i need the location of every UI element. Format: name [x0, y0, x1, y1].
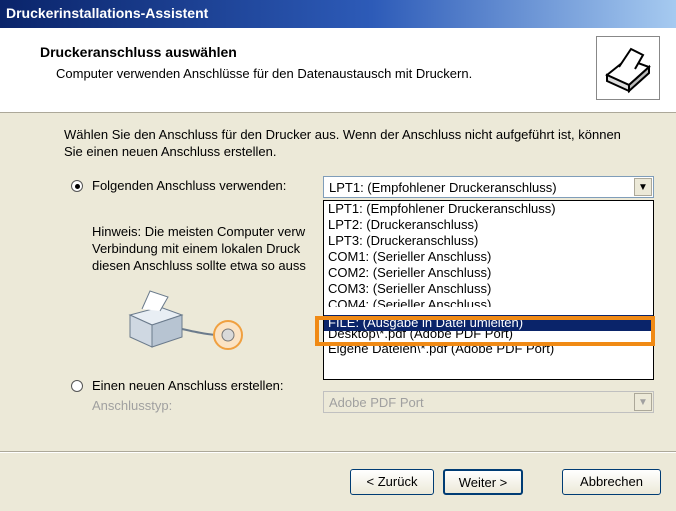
selection-highlight-frame	[315, 316, 655, 346]
list-gap	[324, 307, 653, 315]
create-new-port-radio[interactable]	[71, 380, 83, 392]
footer-divider	[0, 451, 676, 453]
dropdown-item-lpt3[interactable]: LPT3: (Druckeranschluss)	[324, 233, 653, 249]
port-dropdown-list[interactable]: LPT1: (Empfohlener Druckeranschluss) LPT…	[323, 200, 654, 380]
hint-text: Hinweis: Die meisten Computer verw Verbi…	[92, 223, 320, 274]
page-title: Druckeranschluss auswählen	[40, 44, 237, 60]
port-type-label: Anschlusstyp:	[92, 398, 173, 413]
window-title: Druckerinstallations-Assistent	[6, 5, 209, 21]
next-button[interactable]: Weiter >	[443, 469, 523, 495]
wizard-header: Druckeranschluss auswählen Computer verw…	[0, 28, 676, 113]
printer-wizard-icon	[596, 36, 660, 100]
hint-line-2: Verbindung mit einem lokalen Druck	[92, 241, 301, 256]
chevron-down-icon[interactable]: ▼	[634, 178, 652, 196]
dropdown-item-lpt1[interactable]: LPT1: (Empfohlener Druckeranschluss)	[324, 201, 653, 217]
chevron-down-icon: ▼	[634, 393, 652, 411]
create-new-port-label: Einen neuen Anschluss erstellen:	[92, 378, 284, 393]
port-type-value: Adobe PDF Port	[329, 395, 424, 410]
use-existing-port-radio[interactable]	[71, 180, 83, 192]
dropdown-item-lpt2[interactable]: LPT2: (Druckeranschluss)	[324, 217, 653, 233]
port-select[interactable]: LPT1: (Empfohlener Druckeranschluss) ▼	[323, 176, 654, 198]
use-existing-port-label: Folgenden Anschluss verwenden:	[92, 178, 287, 193]
printer-illustration	[128, 290, 243, 350]
dropdown-item-com1[interactable]: COM1: (Serieller Anschluss)	[324, 249, 653, 265]
cancel-button[interactable]: Abbrechen	[562, 469, 661, 495]
title-bar: Druckerinstallations-Assistent	[0, 0, 676, 28]
back-button[interactable]: < Zurück	[350, 469, 434, 495]
dropdown-item-com4[interactable]: COM4: (Serieller Anschluss)	[324, 297, 653, 307]
port-select-value: LPT1: (Empfohlener Druckeranschluss)	[329, 180, 557, 195]
page-subtitle: Computer verwenden Anschlüsse für den Da…	[56, 66, 473, 81]
hint-line-1: Hinweis: Die meisten Computer verw	[92, 224, 306, 239]
dropdown-item-com2[interactable]: COM2: (Serieller Anschluss)	[324, 265, 653, 281]
hint-line-3: diesen Anschluss sollte etwa so auss	[92, 258, 306, 273]
port-type-select: Adobe PDF Port ▼	[323, 391, 654, 413]
intro-text: Wählen Sie den Anschluss für den Drucker…	[64, 127, 621, 159]
dropdown-item-com3[interactable]: COM3: (Serieller Anschluss)	[324, 281, 653, 297]
